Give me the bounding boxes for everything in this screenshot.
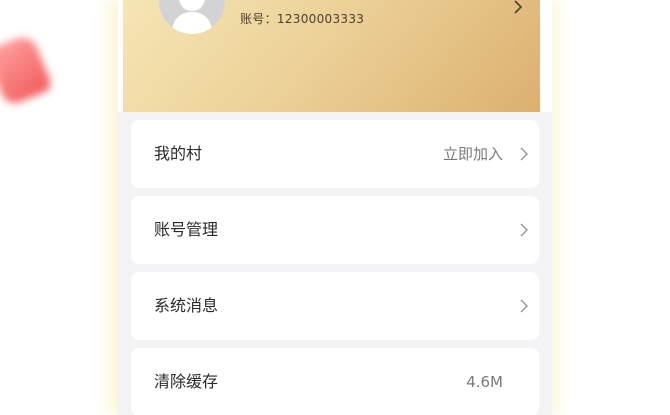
account-number: 12300003333 <box>276 12 365 26</box>
menu-item-label: 系统消息 <box>154 296 219 315</box>
cache-size-value: 4.6M <box>466 373 503 391</box>
chevron-right-icon <box>520 299 529 313</box>
join-now-link[interactable]: 立即加入 <box>443 120 503 188</box>
chevron-right-icon <box>520 223 529 237</box>
avatar[interactable] <box>159 0 225 34</box>
menu-item-account-management[interactable]: 账号管理 <box>131 196 539 264</box>
chevron-right-icon[interactable] <box>511 0 525 16</box>
account-label: 账号： <box>240 12 277 26</box>
profile-card[interactable]: 账号：12300003333 <box>123 0 540 112</box>
menu-item-label: 我的村 <box>154 144 203 163</box>
menu-item-label: 清除缓存 <box>154 372 219 391</box>
profile-header[interactable]: 账号：12300003333 <box>118 0 552 112</box>
decorative-red-shape <box>0 32 54 108</box>
mobile-screen: 账号：12300003333 我的村 立即加入 账号管理 系统消息 清除缓存 4… <box>118 0 552 415</box>
menu-item-my-village[interactable]: 我的村 立即加入 <box>131 120 539 188</box>
default-user-avatar-icon <box>171 0 213 34</box>
account-info: 账号：12300003333 <box>240 10 364 27</box>
chevron-right-icon <box>520 147 529 161</box>
menu-item-system-messages[interactable]: 系统消息 <box>131 272 539 340</box>
menu-item-label: 账号管理 <box>154 220 219 239</box>
menu-item-clear-cache[interactable]: 清除缓存 4.6M <box>131 348 539 415</box>
